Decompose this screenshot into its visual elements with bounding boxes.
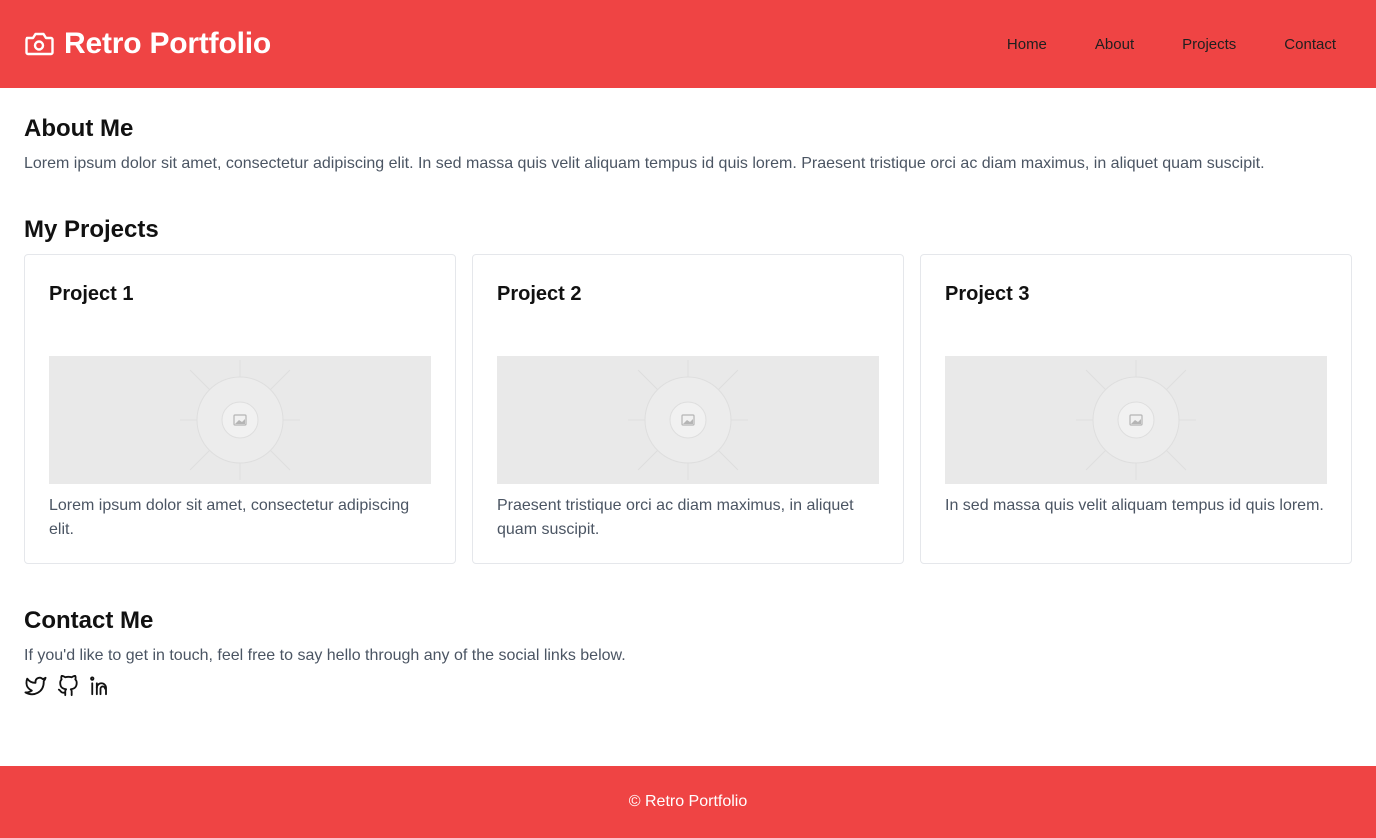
- site-title: Retro Portfolio: [64, 27, 271, 60]
- social-links: [24, 674, 1352, 702]
- image-placeholder: [49, 356, 431, 484]
- site-header: Retro Portfolio Home About Projects Cont…: [0, 0, 1376, 88]
- project-card[interactable]: Project 3 In sed massa quis velit aliqua…: [920, 254, 1352, 564]
- about-text: Lorem ipsum dolor sit amet, consectetur …: [24, 155, 1265, 172]
- image-icon: [1076, 360, 1196, 480]
- about-title: About Me: [24, 115, 134, 142]
- footer-text: © Retro Portfolio: [628, 793, 748, 810]
- contact-title: Contact Me: [24, 607, 154, 634]
- nav-contact[interactable]: Contact: [1284, 36, 1336, 53]
- image-placeholder: [945, 356, 1327, 484]
- main-content: About Me Lorem ipsum dolor sit amet, con…: [0, 115, 1376, 702]
- nav-projects[interactable]: Projects: [1182, 36, 1236, 53]
- project-title: Project 3: [945, 283, 1030, 305]
- twitter-icon[interactable]: [24, 675, 47, 702]
- main-nav: Home About Projects Contact: [959, 36, 1336, 53]
- image-placeholder: [497, 356, 879, 484]
- projects-grid: Project 1 Lorem ipsum dolor sit amet, co…: [24, 254, 1352, 564]
- project-description: Lorem ipsum dolor sit amet, consectetur …: [49, 497, 410, 538]
- project-card[interactable]: Project 2 Praesent tristique orci ac dia…: [472, 254, 904, 564]
- image-icon: [180, 360, 300, 480]
- site-footer: © Retro Portfolio: [0, 766, 1376, 838]
- github-icon[interactable]: [57, 674, 79, 702]
- image-icon: [628, 360, 748, 480]
- projects-title: My Projects: [24, 216, 159, 243]
- nav-home[interactable]: Home: [1007, 36, 1047, 53]
- project-title: Project 2: [497, 283, 582, 305]
- about-section: About Me Lorem ipsum dolor sit amet, con…: [24, 115, 1352, 173]
- project-description: Praesent tristique orci ac diam maximus,…: [497, 497, 854, 538]
- nav-about[interactable]: About: [1095, 36, 1134, 53]
- project-title: Project 1: [49, 283, 134, 305]
- brand-link[interactable]: Retro Portfolio: [24, 27, 271, 61]
- projects-section: My Projects Project 1 Lorem ipsum dolor …: [24, 216, 1352, 564]
- project-description: In sed massa quis velit aliquam tempus i…: [945, 497, 1324, 514]
- contact-text: If you'd like to get in touch, feel free…: [24, 647, 626, 664]
- linkedin-icon[interactable]: [89, 675, 112, 702]
- camera-icon: [24, 31, 54, 57]
- project-card[interactable]: Project 1 Lorem ipsum dolor sit amet, co…: [24, 254, 456, 564]
- contact-section: Contact Me If you'd like to get in touch…: [24, 607, 1352, 702]
